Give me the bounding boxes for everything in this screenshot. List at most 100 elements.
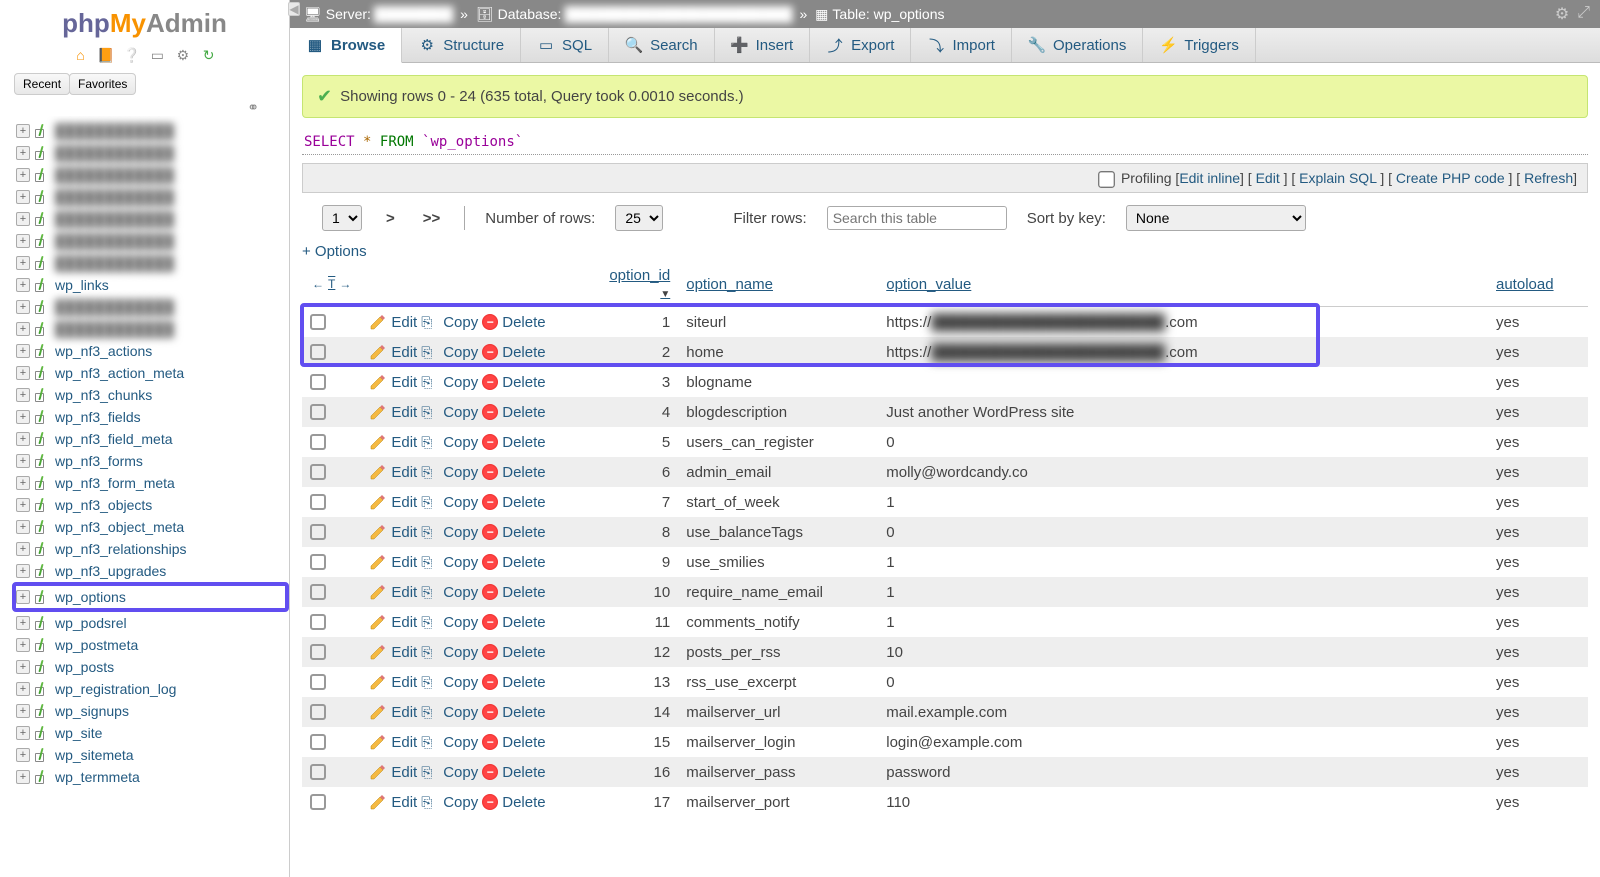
row-checkbox[interactable] bbox=[310, 584, 326, 600]
home-icon[interactable]: ⌂ bbox=[71, 47, 89, 65]
row-checkbox[interactable] bbox=[310, 614, 326, 630]
copy-button[interactable]: ⎘Copy bbox=[421, 763, 478, 781]
expand-icon[interactable]: + bbox=[16, 542, 30, 556]
row-checkbox[interactable] bbox=[310, 344, 326, 360]
edit-button[interactable]: Edit bbox=[369, 433, 417, 451]
table-link[interactable]: wp_nf3_chunks bbox=[55, 387, 152, 403]
settings-icon[interactable]: ⚙ bbox=[174, 47, 192, 65]
row-checkbox[interactable] bbox=[310, 794, 326, 810]
sidebar-item[interactable]: +████████████ bbox=[16, 296, 289, 318]
table-link[interactable]: wp_registration_log bbox=[55, 681, 176, 697]
expand-icon[interactable]: + bbox=[16, 190, 30, 204]
sidebar-item[interactable]: +████████████ bbox=[16, 120, 289, 142]
tab-browse[interactable]: ▦Browse bbox=[290, 28, 402, 63]
tab-search[interactable]: 🔍Search bbox=[609, 28, 715, 62]
edit-button[interactable]: Edit bbox=[369, 493, 417, 511]
sidebar-item[interactable]: +wp_nf3_forms bbox=[16, 450, 289, 472]
delete-button[interactable]: −Delete bbox=[482, 704, 545, 721]
reload-icon[interactable]: ↻ bbox=[200, 47, 218, 65]
expand-icon[interactable]: + bbox=[16, 590, 30, 604]
database-value[interactable]: ███████████████████████ bbox=[561, 6, 795, 22]
expand-icon[interactable]: + bbox=[16, 344, 30, 358]
row-checkbox[interactable] bbox=[310, 704, 326, 720]
delete-button[interactable]: −Delete bbox=[482, 344, 545, 361]
expand-icon[interactable]: + bbox=[16, 638, 30, 652]
expand-icon[interactable]: + bbox=[16, 498, 30, 512]
sql-icon[interactable]: ▭ bbox=[148, 47, 166, 65]
table-link[interactable]: ████████████ bbox=[55, 145, 174, 161]
delete-button[interactable]: −Delete bbox=[482, 734, 545, 751]
sidebar-item[interactable]: +████████████ bbox=[16, 142, 289, 164]
copy-button[interactable]: ⎘Copy bbox=[421, 373, 478, 391]
edit-button[interactable]: Edit bbox=[369, 373, 417, 391]
sidebar-item[interactable]: +wp_nf3_upgrades bbox=[16, 560, 289, 582]
copy-button[interactable]: ⎘Copy bbox=[421, 523, 478, 541]
row-checkbox[interactable] bbox=[310, 494, 326, 510]
sidebar-item[interactable]: +wp_termmeta bbox=[16, 766, 289, 788]
copy-button[interactable]: ⎘Copy bbox=[421, 583, 478, 601]
delete-button[interactable]: −Delete bbox=[482, 404, 545, 421]
sidebar-item[interactable]: + wp_options bbox=[12, 582, 289, 612]
tab-structure[interactable]: ⚙Structure bbox=[402, 28, 521, 62]
edit-button[interactable]: Edit bbox=[369, 553, 417, 571]
table-link[interactable]: wp_options bbox=[55, 589, 126, 605]
sidebar-item[interactable]: + wp_sitemeta bbox=[16, 744, 289, 766]
expand-icon[interactable]: + bbox=[16, 366, 30, 380]
expand-icon[interactable]: + bbox=[16, 322, 30, 336]
next-page[interactable]: > bbox=[382, 210, 399, 227]
table-link[interactable]: ████████████ bbox=[55, 299, 174, 315]
sidebar-collapse[interactable]: ◀ bbox=[288, 2, 300, 16]
edit-button[interactable]: Edit bbox=[369, 343, 417, 361]
sidebar-item[interactable]: + wp_nf3_chunks bbox=[16, 384, 289, 406]
tab-export[interactable]: ⤴Export bbox=[810, 28, 911, 62]
expand-icon[interactable]: + bbox=[16, 660, 30, 674]
expand-icon[interactable]: + bbox=[16, 748, 30, 762]
expand-icon[interactable]: + bbox=[16, 388, 30, 402]
row-checkbox[interactable] bbox=[310, 464, 326, 480]
sidebar-item[interactable]: +wp_nf3_actions bbox=[16, 340, 289, 362]
expand-icon[interactable]: + bbox=[16, 124, 30, 138]
favorites-button[interactable]: Favorites bbox=[69, 73, 136, 95]
edit-button[interactable]: Edit bbox=[369, 523, 417, 541]
expand-icon[interactable]: + bbox=[16, 432, 30, 446]
edit-button[interactable]: Edit bbox=[369, 463, 417, 481]
delete-button[interactable]: −Delete bbox=[482, 674, 545, 691]
row-checkbox[interactable] bbox=[310, 524, 326, 540]
delete-button[interactable]: −Delete bbox=[482, 764, 545, 781]
sidebar-item[interactable]: +wp_nf3_objects bbox=[16, 494, 289, 516]
page-select[interactable]: 1 bbox=[322, 205, 362, 231]
num-rows-select[interactable]: 25 bbox=[615, 205, 663, 231]
row-checkbox[interactable] bbox=[310, 554, 326, 570]
copy-button[interactable]: ⎘Copy bbox=[421, 733, 478, 751]
table-link[interactable]: wp_links bbox=[55, 277, 109, 293]
table-link[interactable]: ████████████ bbox=[55, 321, 174, 337]
edit-inline-link[interactable]: Edit inline bbox=[1179, 170, 1240, 186]
sidebar-item[interactable]: +████████████ bbox=[16, 252, 289, 274]
delete-button[interactable]: −Delete bbox=[482, 314, 545, 331]
table-link[interactable]: wp_nf3_action_meta bbox=[55, 365, 184, 381]
refresh-link[interactable]: Refresh bbox=[1524, 170, 1573, 186]
table-link[interactable]: wp_nf3_forms bbox=[55, 453, 143, 469]
delete-button[interactable]: −Delete bbox=[482, 374, 545, 391]
sidebar-item[interactable]: +wp_registration_log bbox=[16, 678, 289, 700]
table-link[interactable]: wp_sitemeta bbox=[55, 747, 134, 763]
sidebar-item[interactable]: +wp_podsrel bbox=[16, 612, 289, 634]
expand-icon[interactable]: + bbox=[16, 726, 30, 740]
table-link[interactable]: ████████████ bbox=[55, 255, 174, 271]
table-link[interactable]: ████████████ bbox=[55, 167, 174, 183]
tab-operations[interactable]: 🔧Operations bbox=[1012, 28, 1143, 62]
sidebar-item[interactable]: +wp_nf3_form_meta bbox=[16, 472, 289, 494]
edit-button[interactable]: Edit bbox=[369, 403, 417, 421]
expand-icon[interactable]: + bbox=[16, 410, 30, 424]
expand-icon[interactable]: + bbox=[16, 476, 30, 490]
copy-button[interactable]: ⎘Copy bbox=[421, 613, 478, 631]
tab-sql[interactable]: ▭SQL bbox=[521, 28, 609, 62]
table-link[interactable]: ████████████ bbox=[55, 233, 174, 249]
row-checkbox[interactable] bbox=[310, 674, 326, 690]
last-page[interactable]: >> bbox=[419, 210, 445, 227]
delete-button[interactable]: −Delete bbox=[482, 554, 545, 571]
table-link[interactable]: wp_posts bbox=[55, 659, 114, 675]
table-link[interactable]: wp_nf3_upgrades bbox=[55, 563, 166, 579]
page-settings-icon[interactable]: ⚙ bbox=[1555, 4, 1569, 24]
options-link[interactable]: + Options bbox=[302, 243, 1588, 260]
